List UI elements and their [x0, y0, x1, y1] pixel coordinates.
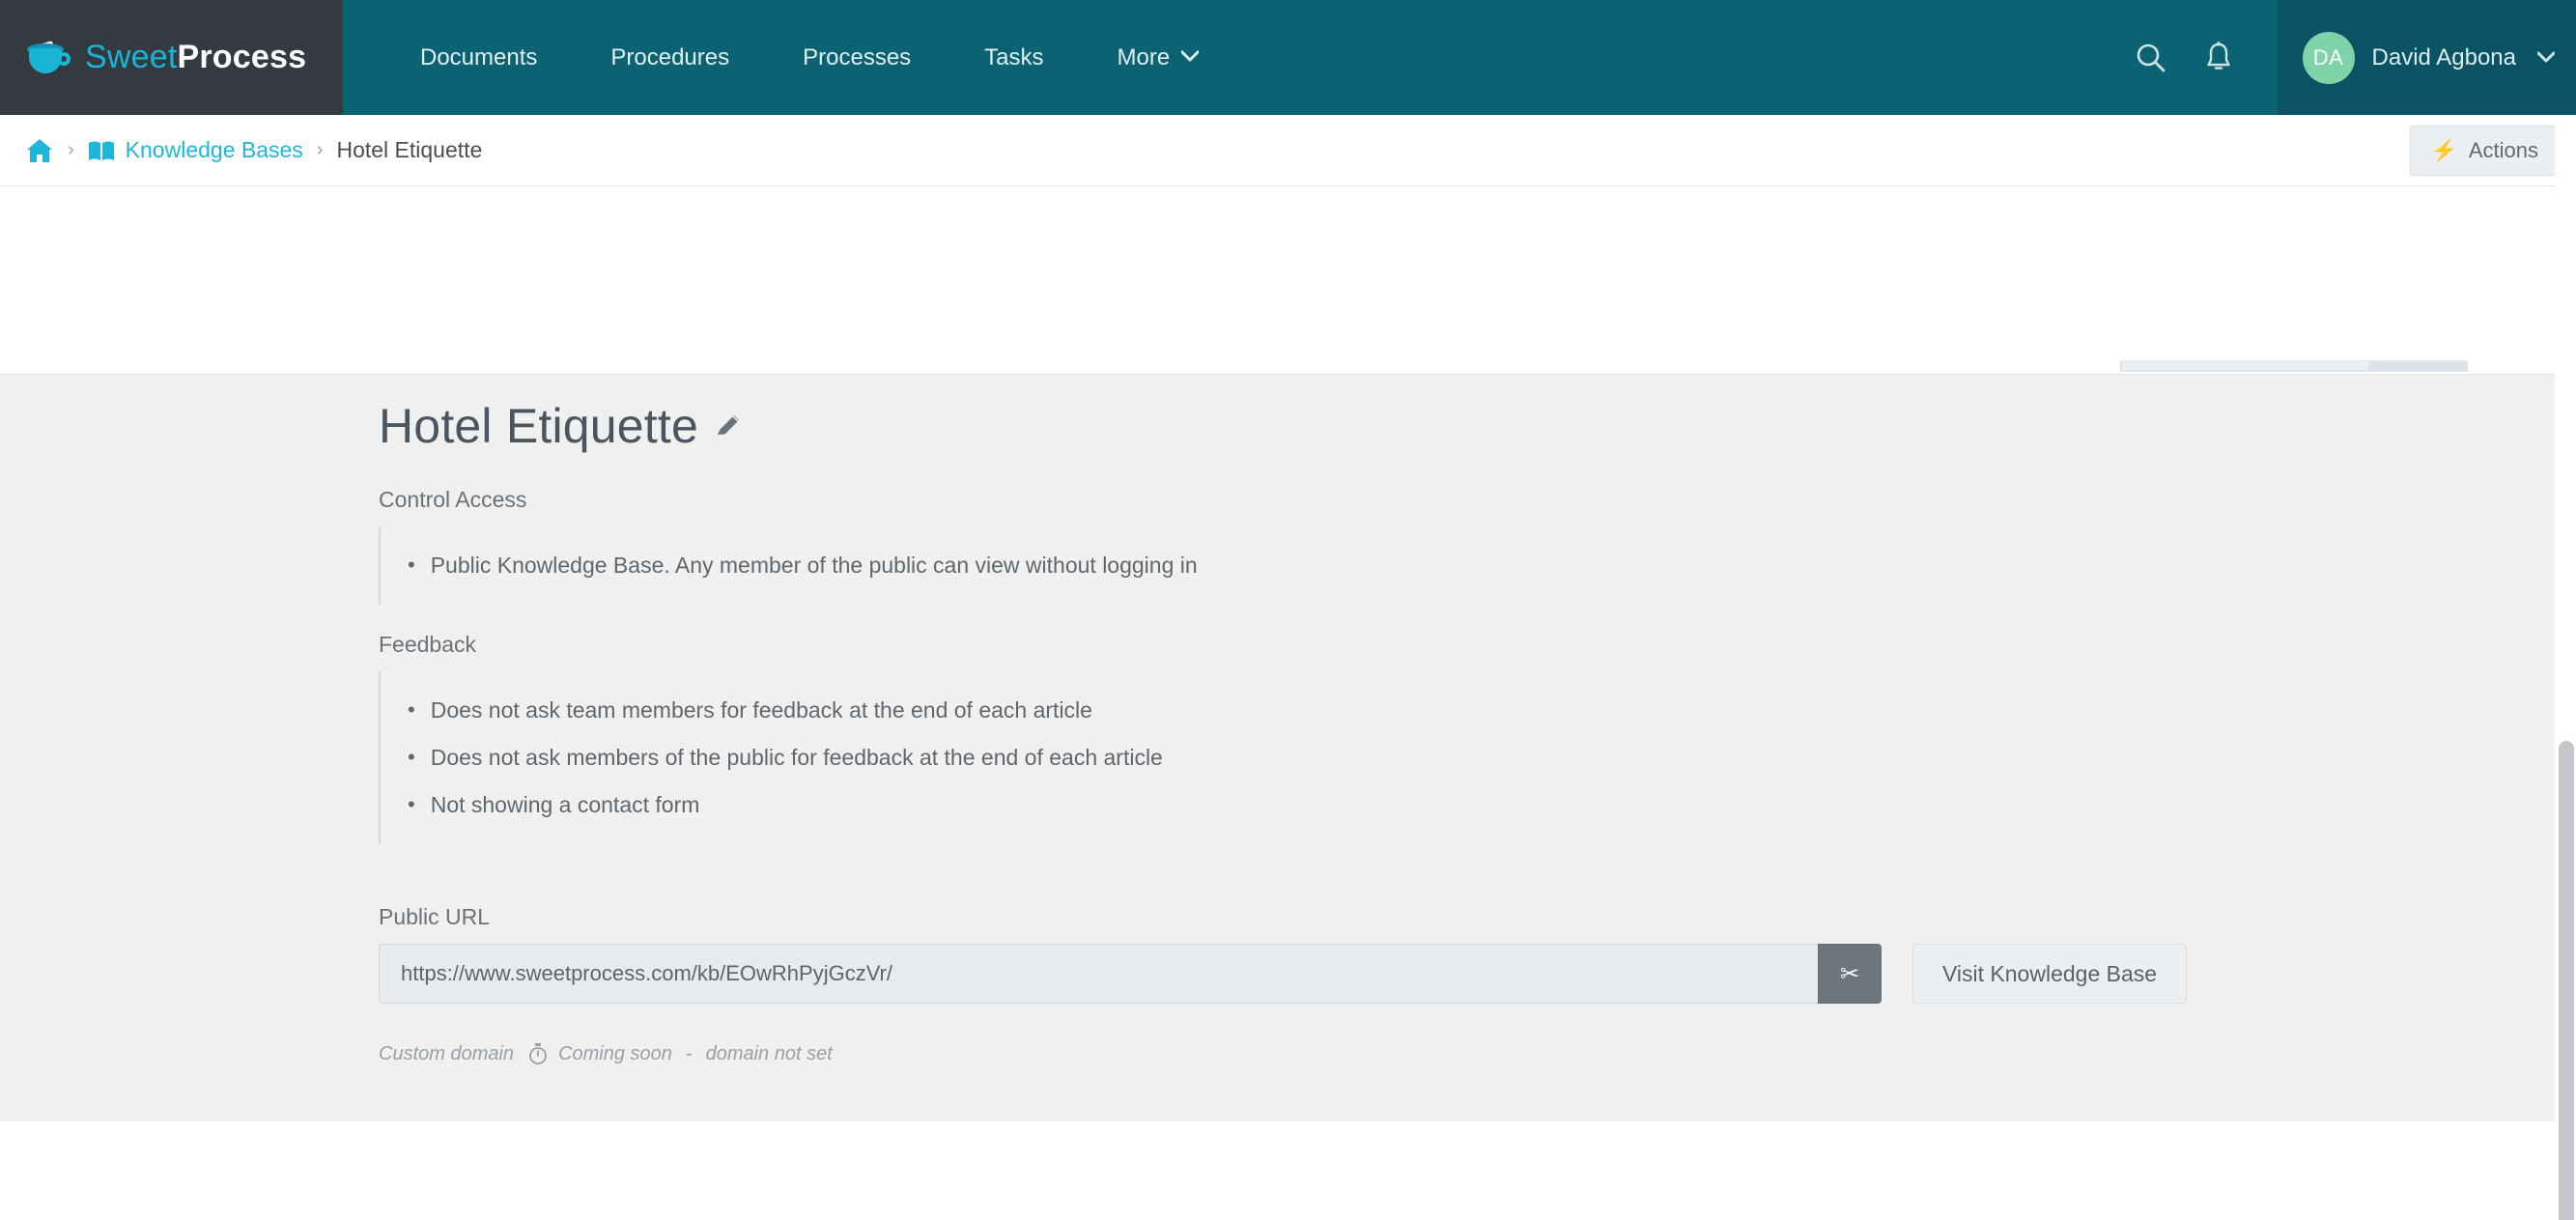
pencil-icon[interactable]	[714, 411, 743, 440]
nav-item-processes-label: Processes	[803, 44, 912, 71]
custom-domain-status: Custom domain Coming soon - domain not s…	[379, 1042, 2576, 1065]
brand-process-text: Process	[177, 39, 307, 75]
scrollbar-top-gap	[2555, 116, 2576, 187]
visit-knowledge-base-button[interactable]: Visit Knowledge Base	[1912, 944, 2188, 1005]
top-navigation-bar: SweetProcess Documents Procedures Proces…	[0, 0, 2576, 115]
list-item-label: Public Knowledge Base. Any member of the…	[430, 553, 1198, 578]
list-item: • Does not ask members of the public for…	[381, 734, 2576, 781]
visit-knowledge-base-label: Visit Knowledge Base	[1942, 960, 2158, 986]
feedback-list: • Does not ask team members for feedback…	[379, 671, 2576, 845]
brand-logo[interactable]: SweetProcess	[0, 0, 343, 115]
list-item: • Not showing a contact form	[381, 781, 2576, 829]
knowledge-base-tree: Hotel Etiquette Staff Conduct ✕	[0, 1157, 2576, 1220]
list-item-label: Does not ask team members for feedback a…	[430, 697, 1092, 723]
control-access-list: • Public Knowledge Base. Any member of t…	[379, 526, 2576, 606]
custom-domain-coming-soon: Coming soon	[558, 1042, 672, 1064]
nav-item-more[interactable]: More	[1081, 0, 1236, 115]
breadcrumb-separator-1: ›	[68, 139, 74, 160]
nav-item-procedures[interactable]: Procedures	[574, 0, 766, 115]
chevron-down-icon	[1180, 0, 1200, 115]
coffee-cup-logo-icon	[27, 39, 71, 77]
nav-item-procedures-label: Procedures	[610, 44, 730, 71]
main-scroll-area: Hotel Etiquette Control Access • Public …	[0, 186, 2576, 1220]
nav-item-tasks-label: Tasks	[984, 44, 1044, 71]
section-label-control-access: Control Access	[379, 487, 527, 512]
lightning-bolt-icon: ⚡	[2430, 137, 2457, 162]
list-item: • Does not ask team members for feedback…	[381, 687, 2576, 734]
avatar: DA	[2302, 31, 2355, 84]
section-label-public-url: Public URL	[379, 904, 491, 930]
brand-sweet-text: Sweet	[85, 39, 178, 75]
custom-domain-prefix: Custom domain	[379, 1042, 515, 1064]
actions-button[interactable]: ⚡ Actions	[2410, 125, 2559, 176]
nav-item-documents-label: Documents	[420, 44, 538, 71]
bullet-dot-icon: •	[408, 745, 415, 770]
breadcrumb-bar: › Knowledge Bases › Hotel Etiquette ⚡ Ac…	[0, 115, 2576, 186]
brand-wordmark: SweetProcess	[85, 39, 306, 76]
section-label-feedback: Feedback	[379, 632, 477, 658]
nav-item-more-label: More	[1117, 44, 1171, 71]
breadcrumb-current-page: Hotel Etiquette	[336, 137, 483, 162]
book-icon	[88, 140, 115, 161]
copy-url-button[interactable]: ✂	[1818, 944, 1882, 1005]
stopwatch-icon	[527, 1042, 549, 1065]
bell-icon[interactable]	[2185, 0, 2252, 115]
primary-nav-links: Documents Procedures Processes Tasks Mor…	[343, 0, 2117, 115]
user-name-label: David Agbona	[2371, 43, 2516, 71]
bullet-dot-icon: •	[408, 792, 415, 817]
clipped-element-above-inner	[2122, 361, 2368, 370]
breadcrumb-knowledge-bases-label: Knowledge Bases	[125, 137, 303, 162]
breadcrumb-separator-2: ›	[316, 139, 324, 160]
nav-item-processes[interactable]: Processes	[766, 0, 948, 115]
public-url-input[interactable]: https://www.sweetprocess.com/kb/EOwRhPyj…	[379, 944, 1818, 1005]
search-icon[interactable]	[2117, 0, 2185, 115]
nav-right-group: DA David Agbona	[2117, 0, 2576, 115]
breadcrumb: › Knowledge Bases › Hotel Etiquette	[25, 137, 2410, 164]
vertical-scrollbar-thumb[interactable]	[2559, 741, 2574, 1220]
user-menu[interactable]: DA David Agbona	[2277, 0, 2576, 115]
page-title: Hotel Etiquette	[379, 399, 698, 453]
actions-button-label: Actions	[2468, 137, 2538, 162]
chevron-down-icon	[2536, 47, 2556, 68]
list-item: • Public Knowledge Base. Any member of t…	[381, 542, 2576, 589]
public-url-row: https://www.sweetprocess.com/kb/EOwRhPyj…	[379, 944, 2576, 1005]
custom-domain-dash: -	[685, 1042, 693, 1064]
breadcrumb-knowledge-bases[interactable]: Knowledge Bases	[88, 137, 303, 163]
scissors-icon: ✂	[1839, 960, 1860, 987]
nav-item-tasks[interactable]: Tasks	[948, 0, 1080, 115]
custom-domain-status-text: domain not set	[705, 1042, 833, 1064]
page-title-row: Hotel Etiquette	[379, 398, 2576, 454]
list-item-label: Not showing a contact form	[430, 792, 700, 818]
bullet-dot-icon: •	[408, 697, 415, 723]
home-icon[interactable]	[25, 137, 54, 164]
nav-item-documents[interactable]: Documents	[383, 0, 574, 115]
vertical-scrollbar-track[interactable]	[2555, 374, 2576, 1220]
list-item-label: Does not ask members of the public for f…	[430, 745, 1163, 771]
bullet-dot-icon: •	[408, 553, 415, 577]
knowledge-base-settings-panel: Hotel Etiquette Control Access • Public …	[0, 374, 2576, 1122]
